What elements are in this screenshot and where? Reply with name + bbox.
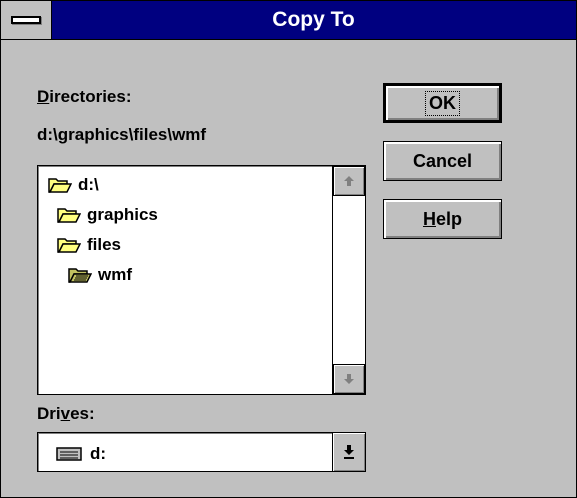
directory-item-label: wmf <box>98 265 132 284</box>
folder-open-selected-icon <box>68 268 92 283</box>
directory-item-label: files <box>87 235 122 254</box>
help-label-post: elp <box>435 208 462 229</box>
title-bar[interactable]: Copy To <box>1 1 576 40</box>
directories-mnemonic: D <box>37 87 50 106</box>
directories-label: Directories: <box>37 87 131 107</box>
arrow-down-icon <box>344 374 354 384</box>
help-button-label: Help <box>423 209 462 230</box>
folder-open-icon <box>48 178 72 193</box>
drives-selected: d: <box>56 444 106 464</box>
arrow-down-icon <box>344 445 354 459</box>
ok-button-label: OK <box>425 90 460 116</box>
drives-dropdown-button[interactable] <box>332 433 365 471</box>
system-menu-icon <box>11 16 41 24</box>
drives-label: Drives: <box>37 404 95 424</box>
directory-item[interactable]: graphics <box>57 203 158 227</box>
drives-label-pre: Dri <box>37 404 61 423</box>
copy-to-dialog: Copy To Directories: d:\graphics\files\w… <box>0 0 577 498</box>
current-path: d:\graphics\files\wmf <box>37 125 207 144</box>
directory-item-label: graphics <box>87 205 158 224</box>
folder-open-icon <box>57 238 81 253</box>
drive-icon <box>56 447 82 461</box>
folder-open-icon <box>57 208 81 223</box>
drives-combobox[interactable]: d: <box>37 432 366 472</box>
help-mnemonic: H <box>422 208 436 229</box>
help-button[interactable]: Help <box>383 199 502 239</box>
cancel-button[interactable]: Cancel <box>383 141 502 181</box>
scroll-up-button[interactable] <box>333 166 365 196</box>
scroll-down-button[interactable] <box>333 364 365 394</box>
drives-selected-value: d: <box>90 444 107 463</box>
directories-label-text: irectories: <box>49 87 132 106</box>
directory-item[interactable]: files <box>57 233 121 257</box>
vertical-scrollbar[interactable] <box>332 166 365 394</box>
drives-mnemonic: v <box>60 404 71 423</box>
window-title: Copy To <box>272 8 355 31</box>
directory-item-label: d:\ <box>78 175 99 194</box>
directory-item-selected[interactable]: wmf <box>68 263 132 287</box>
cancel-button-label: Cancel <box>412 150 473 171</box>
arrow-up-icon <box>344 176 354 186</box>
directory-item[interactable]: d:\ <box>48 173 99 197</box>
ok-button[interactable]: OK <box>383 83 502 123</box>
drives-label-post: es: <box>70 404 95 423</box>
system-menu-button[interactable] <box>1 1 52 39</box>
directory-listbox[interactable]: d:\ graphics files wmf <box>37 165 366 395</box>
